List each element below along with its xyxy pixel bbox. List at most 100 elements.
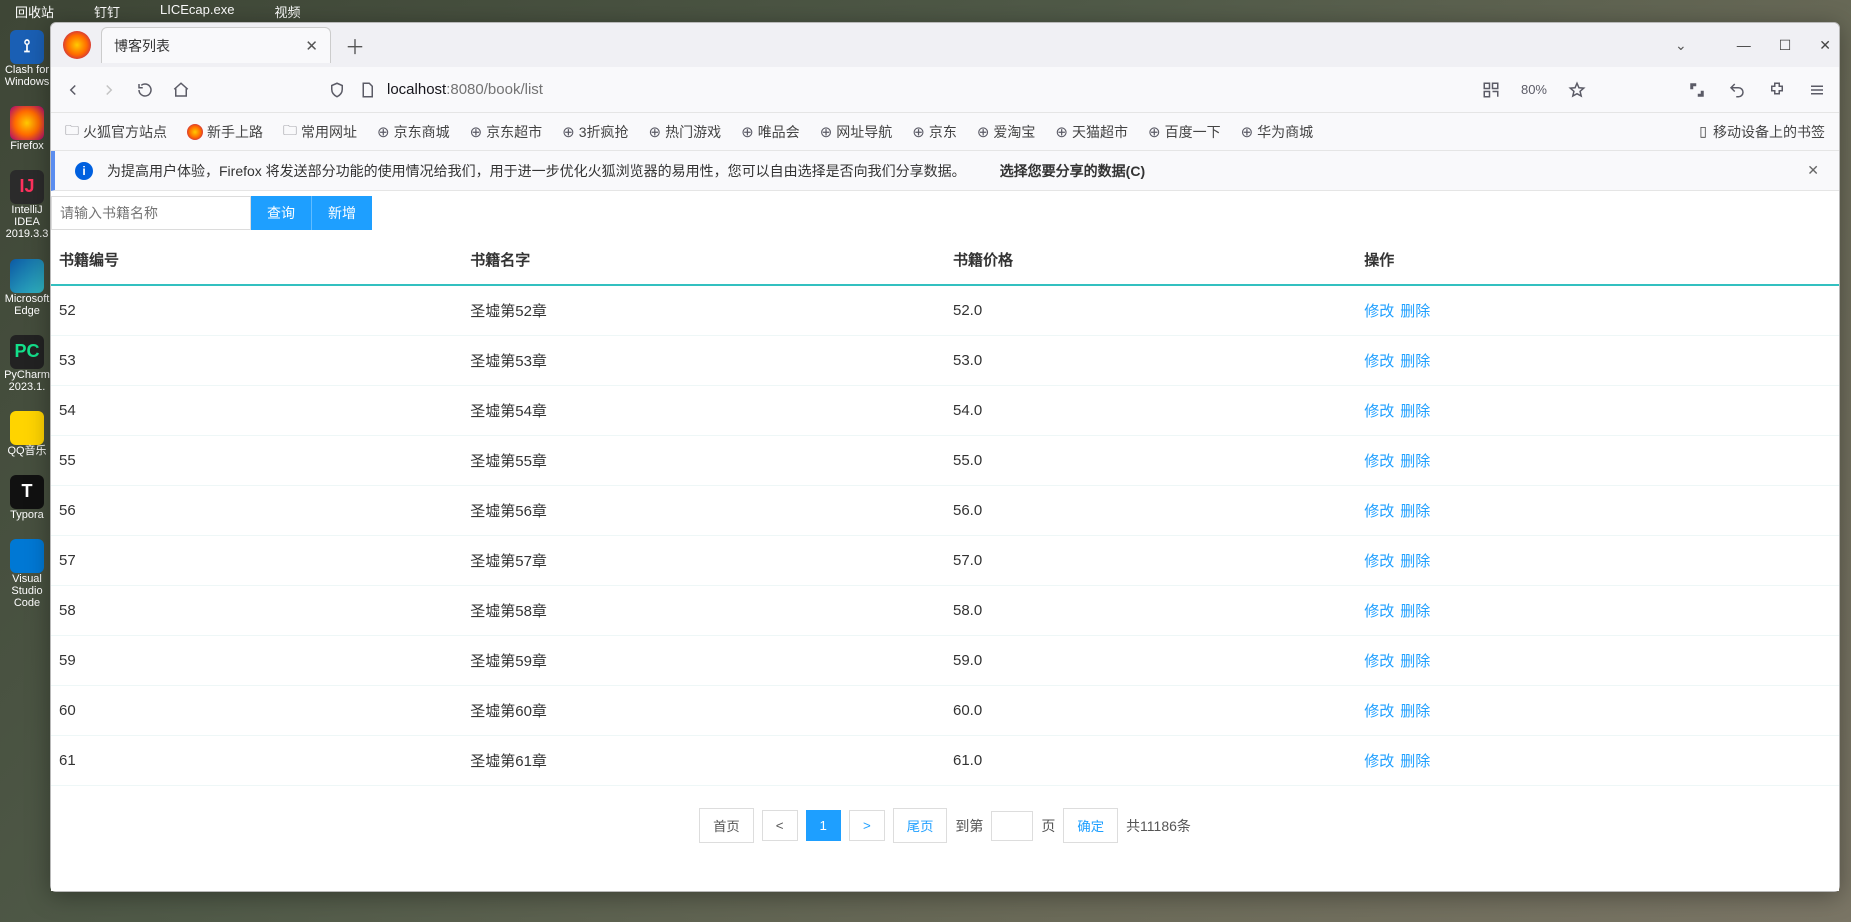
delete-link[interactable]: 删除 — [1400, 303, 1430, 320]
delete-link[interactable]: 删除 — [1400, 503, 1430, 520]
bookmark-item[interactable]: ⊕爱淘宝 — [977, 120, 1036, 144]
screenshot-icon[interactable] — [1687, 80, 1707, 100]
edit-link[interactable]: 修改 — [1364, 303, 1394, 320]
bookmark-item[interactable]: ⊕华为商城 — [1241, 120, 1314, 144]
info-text: 为提高用户体验，Firefox 将发送部分功能的使用情况给我们，用于进一步优化火… — [107, 161, 966, 181]
globe-icon: ⊕ — [649, 123, 662, 141]
cell-name: 圣墟第55章 — [462, 436, 945, 486]
globe-icon: ⊕ — [562, 123, 575, 141]
delete-link[interactable]: 删除 — [1400, 703, 1430, 720]
page-prev[interactable]: < — [762, 810, 798, 841]
query-button[interactable]: 查询 — [251, 196, 311, 230]
extensions-icon[interactable] — [1767, 80, 1787, 100]
edit-link[interactable]: 修改 — [1364, 403, 1394, 420]
desktop-icon[interactable]: QQ音乐 — [4, 411, 50, 457]
edit-link[interactable]: 修改 — [1364, 453, 1394, 470]
delete-link[interactable]: 删除 — [1400, 603, 1430, 620]
page-icon — [357, 80, 377, 100]
table-row: 55圣墟第55章55.0修改删除 — [51, 436, 1839, 486]
cell-id: 54 — [51, 386, 462, 436]
close-window-icon[interactable]: ✕ — [1819, 37, 1831, 54]
desktop-icon[interactable]: TTypora — [4, 475, 50, 521]
cell-id: 53 — [51, 336, 462, 386]
qr-icon[interactable] — [1481, 80, 1501, 100]
table-row: 61圣墟第61章61.0修改删除 — [51, 736, 1839, 786]
close-tab-icon[interactable]: ✕ — [305, 37, 318, 55]
bookmarks-mobile[interactable]: ▯ 移动设备上的书签 — [1699, 122, 1825, 142]
maximize-icon[interactable]: ☐ — [1779, 37, 1792, 54]
desktop-icon[interactable]: ⟟Clash for Windows — [4, 30, 50, 88]
reload-icon[interactable] — [135, 80, 155, 100]
delete-link[interactable]: 删除 — [1400, 553, 1430, 570]
page-goto-input[interactable] — [991, 811, 1033, 841]
edit-link[interactable]: 修改 — [1364, 703, 1394, 720]
table-row: 54圣墟第54章54.0修改删除 — [51, 386, 1839, 436]
minimize-icon[interactable]: — — [1737, 37, 1751, 53]
desktop-icon[interactable]: Visual Studio Code — [4, 539, 50, 609]
bookmark-item[interactable]: ⊕热门游戏 — [649, 120, 722, 144]
desktop-topbar-item[interactable]: 回收站 — [15, 2, 54, 21]
back-icon[interactable] — [63, 80, 83, 100]
edit-link[interactable]: 修改 — [1364, 503, 1394, 520]
edit-link[interactable]: 修改 — [1364, 653, 1394, 670]
desktop-topbar-item[interactable]: 视频 — [274, 2, 300, 21]
search-input[interactable] — [51, 196, 251, 230]
bookmark-item[interactable]: ⊕网址导航 — [820, 120, 893, 144]
table-row: 57圣墟第57章57.0修改删除 — [51, 536, 1839, 586]
star-icon[interactable] — [1567, 80, 1587, 100]
delete-link[interactable]: 删除 — [1400, 453, 1430, 470]
delete-link[interactable]: 删除 — [1400, 353, 1430, 370]
add-button[interactable]: 新增 — [311, 196, 372, 230]
bookmark-item[interactable]: ⊕天猫超市 — [1055, 120, 1128, 144]
info-close-icon[interactable]: ✕ — [1807, 162, 1819, 179]
page-last[interactable]: 尾页 — [893, 808, 948, 843]
undo-icon[interactable] — [1727, 80, 1747, 100]
desktop-topbar-item[interactable]: 钉钉 — [94, 2, 120, 21]
bookmark-label: 百度一下 — [1165, 122, 1221, 142]
cell-ops: 修改删除 — [1356, 736, 1839, 786]
edit-link[interactable]: 修改 — [1364, 553, 1394, 570]
desktop-topbar-item[interactable]: LICEcap.exe — [160, 2, 234, 17]
delete-link[interactable]: 删除 — [1400, 653, 1430, 670]
page-first[interactable]: 首页 — [699, 808, 754, 843]
info-action[interactable]: 选择您要分享的数据(C) — [1000, 161, 1145, 181]
bookmark-item[interactable]: 🗀火狐官方站点 — [65, 120, 167, 144]
menu-icon[interactable] — [1807, 80, 1827, 100]
page-next[interactable]: > — [849, 810, 885, 841]
address-bar[interactable]: localhost:8080/book/list — [327, 80, 543, 100]
edit-link[interactable]: 修改 — [1364, 753, 1394, 770]
zoom-level[interactable]: 80% — [1521, 82, 1547, 97]
home-icon[interactable] — [171, 80, 191, 100]
bookmark-item[interactable]: ⊕京东 — [912, 120, 957, 144]
page-current[interactable]: 1 — [806, 810, 841, 841]
bookmark-item[interactable]: ⊕3折疯抢 — [562, 120, 628, 144]
desktop-icon[interactable]: PCPyCharm 2023.1. — [4, 335, 50, 393]
delete-link[interactable]: 删除 — [1400, 403, 1430, 420]
tabs-dropdown-icon[interactable]: ⌄ — [1675, 37, 1687, 54]
browser-window: 博客列表 ✕ ＋ ⌄ — ☐ ✕ localhost:8080/book/lis… — [50, 22, 1840, 892]
page-confirm[interactable]: 确定 — [1063, 808, 1118, 843]
table-row: 56圣墟第56章56.0修改删除 — [51, 486, 1839, 536]
globe-icon: ⊕ — [1148, 123, 1161, 141]
browser-tab[interactable]: 博客列表 ✕ — [101, 27, 331, 63]
new-tab-button[interactable]: ＋ — [345, 31, 365, 60]
desktop-icon[interactable]: Microsoft Edge — [4, 259, 50, 317]
bookmark-item[interactable]: ⊕京东商城 — [377, 120, 450, 144]
desktop-icon-label: Firefox — [10, 140, 44, 152]
delete-link[interactable]: 删除 — [1400, 753, 1430, 770]
cell-ops: 修改删除 — [1356, 536, 1839, 586]
app-icon — [10, 411, 44, 445]
edit-link[interactable]: 修改 — [1364, 603, 1394, 620]
forward-icon[interactable] — [99, 80, 119, 100]
cell-id: 58 — [51, 586, 462, 636]
desktop-icon[interactable]: IJIntelliJ IDEA 2019.3.3 — [4, 170, 50, 240]
shield-icon[interactable] — [327, 80, 347, 100]
bookmark-item[interactable]: ⊕百度一下 — [1148, 120, 1221, 144]
edit-link[interactable]: 修改 — [1364, 353, 1394, 370]
desktop-icon[interactable]: Firefox — [4, 106, 50, 152]
bookmark-item[interactable]: ⊕京东超市 — [470, 120, 543, 144]
goto-label-prefix: 到第 — [955, 816, 983, 836]
bookmark-item[interactable]: 新手上路 — [187, 120, 263, 144]
bookmark-item[interactable]: ⊕唯品会 — [741, 120, 800, 144]
bookmark-item[interactable]: 🗀常用网址 — [283, 120, 357, 144]
